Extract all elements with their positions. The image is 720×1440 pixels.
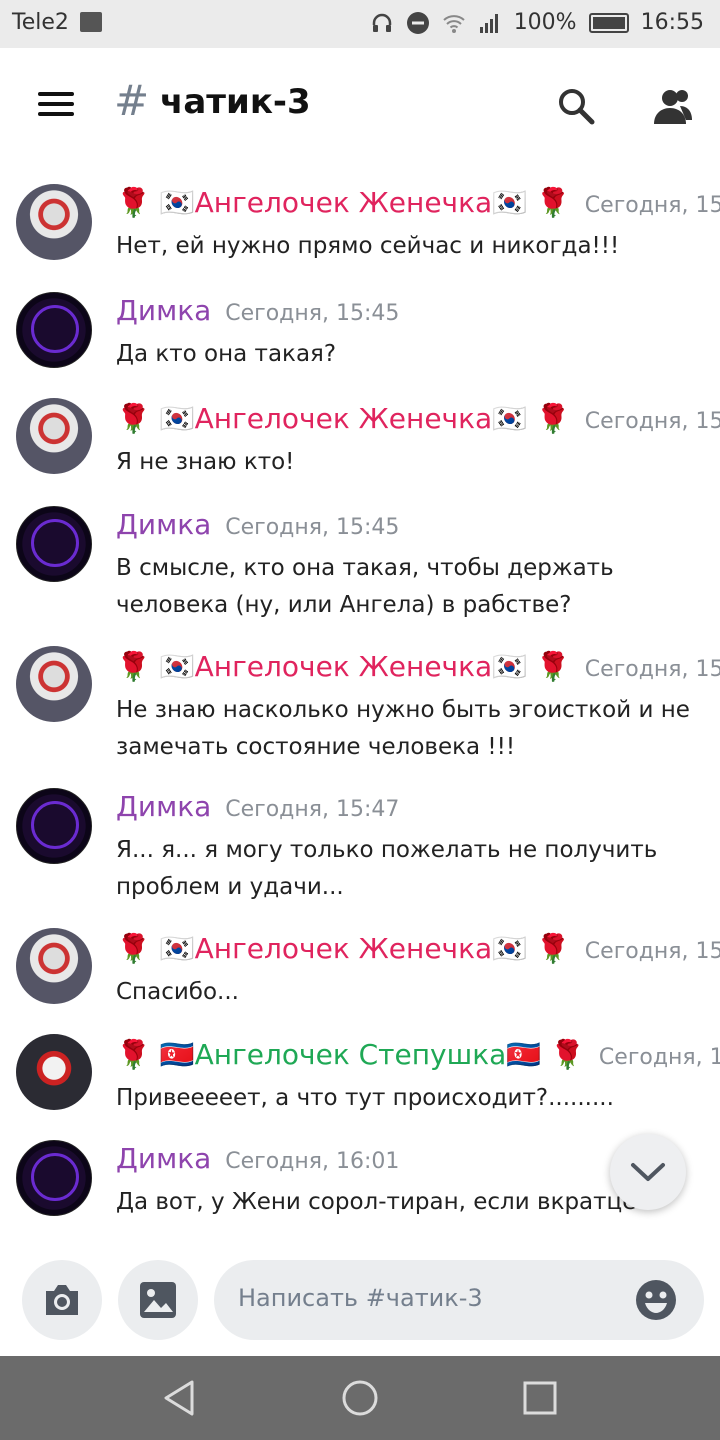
members-icon[interactable] xyxy=(650,86,694,126)
image-notification-icon xyxy=(80,12,102,32)
message-header: 🌹 🇰🇷Ангелочек Женечка🇰🇷 🌹 Сегодня, 15:48 xyxy=(116,932,720,972)
app-window: # чатик-3 🌹 🇰🇷Ангелочек Женечка🇰🇷 🌹 Сего… xyxy=(0,48,720,1356)
message-text: Нет, ей нужно прямо сейчас и никогда!!! xyxy=(116,233,620,259)
hamburger-menu-icon[interactable] xyxy=(38,92,74,116)
avatar[interactable] xyxy=(16,788,92,864)
timestamp: Сегодня, 15:47 xyxy=(225,797,400,822)
timestamp: Сегодня, 16:01 xyxy=(225,1149,400,1174)
message-input[interactable]: Написать #чатик-3 xyxy=(214,1260,704,1340)
message-header: Димка Сегодня, 15:47 xyxy=(116,790,399,830)
message-input-placeholder: Написать #чатик-3 xyxy=(238,1284,483,1312)
timestamp: Сегодня, 16:0 xyxy=(598,1045,720,1070)
battery-percent: 100% xyxy=(513,10,577,35)
avatar[interactable] xyxy=(16,292,92,368)
scroll-to-bottom-button[interactable] xyxy=(610,1134,686,1210)
message-header: Димка Сегодня, 15:45 xyxy=(116,508,399,548)
timestamp: Сегодня, 15:48 xyxy=(584,939,720,964)
avatar[interactable] xyxy=(16,1034,92,1110)
message-header: 🌹 🇰🇵Ангелочек Степушка🇰🇵 🌹 Сегодня, 16:0 xyxy=(116,1038,720,1078)
avatar[interactable] xyxy=(16,928,92,1004)
author-name[interactable]: 🌹 🇰🇷Ангелочек Женечка🇰🇷 🌹 xyxy=(116,650,571,683)
do-not-disturb-icon xyxy=(406,11,429,34)
message-text: Я не знаю кто! xyxy=(116,449,295,475)
headphones-icon xyxy=(372,13,391,32)
author-name[interactable]: 🌹 🇰🇷Ангелочек Женечка🇰🇷 🌹 xyxy=(116,402,571,435)
timestamp: Сегодня, 15:46 xyxy=(584,657,720,682)
home-icon[interactable] xyxy=(340,1378,380,1418)
author-name[interactable]: Димка xyxy=(116,1142,211,1175)
back-icon[interactable] xyxy=(160,1378,200,1418)
signal-icon xyxy=(479,13,498,33)
message-text: В смысле, кто она такая, чтобы держать ч… xyxy=(116,555,614,618)
channel-header: # чатик-3 xyxy=(0,48,720,160)
message-text: Я... я... я могу только пожелать не полу… xyxy=(116,837,658,900)
author-name[interactable]: 🌹 🇰🇵Ангелочек Степушка🇰🇵 🌹 xyxy=(116,1038,585,1071)
author-name[interactable]: Димка xyxy=(116,790,211,823)
chevron-down-icon xyxy=(631,1163,665,1181)
avatar[interactable] xyxy=(16,1140,92,1216)
timestamp: Сегодня, 15:45 xyxy=(225,301,400,326)
avatar[interactable] xyxy=(16,398,92,474)
system-navigation-bar xyxy=(0,1356,720,1440)
author-name[interactable]: Димка xyxy=(116,508,211,541)
message-header: Димка Сегодня, 16:01 xyxy=(116,1142,399,1182)
recents-icon[interactable] xyxy=(520,1378,560,1418)
timestamp: Сегодня, 15:45 xyxy=(225,515,400,540)
message-text: Не знаю насколько нужно быть эгоисткой и… xyxy=(116,697,690,760)
avatar[interactable] xyxy=(16,506,92,582)
timestamp: Сегодня, 15:45 xyxy=(584,409,720,434)
channel-title: чатик-3 xyxy=(160,82,311,122)
message-header: 🌹 🇰🇷Ангелочек Женечка🇰🇷 🌹 Сегодня, 15:45 xyxy=(116,402,720,442)
search-icon[interactable] xyxy=(556,86,596,126)
author-name[interactable]: 🌹 🇰🇷Ангелочек Женечка🇰🇷 🌹 xyxy=(116,932,571,965)
clock: 16:55 xyxy=(640,10,704,35)
timestamp: Сегодня, 15:44 xyxy=(584,193,720,218)
author-name[interactable]: Димка xyxy=(116,294,211,327)
camera-icon xyxy=(46,1285,78,1315)
battery-icon xyxy=(588,12,629,33)
avatar[interactable] xyxy=(16,184,92,260)
message-text: Да кто она такая? xyxy=(116,341,337,367)
message-text: Привееееет, а что тут происходит?.......… xyxy=(116,1085,614,1111)
message-header: 🌹 🇰🇷Ангелочек Женечка🇰🇷 🌹 Сегодня, 15:46 xyxy=(116,650,720,690)
message-list[interactable]: 🌹 🇰🇷Ангелочек Женечка🇰🇷 🌹 Сегодня, 15:44… xyxy=(0,160,720,1250)
status-icons: 100% 16:55 xyxy=(370,10,704,35)
avatar[interactable] xyxy=(16,646,92,722)
channel-hash-icon: # xyxy=(114,76,150,125)
message-composer: Написать #чатик-3 xyxy=(0,1250,720,1356)
camera-button[interactable] xyxy=(22,1260,102,1340)
gallery-button[interactable] xyxy=(118,1260,198,1340)
wifi-icon xyxy=(443,14,465,33)
message-text: Спасибо... xyxy=(116,979,239,1005)
emoji-icon[interactable] xyxy=(634,1278,678,1322)
image-icon xyxy=(140,1282,176,1318)
message-header: 🌹 🇰🇷Ангелочек Женечка🇰🇷 🌹 Сегодня, 15:44 xyxy=(116,186,720,226)
carrier-label: Tele2 xyxy=(12,10,69,35)
status-bar: Tele2 100% 16:55 xyxy=(0,0,720,48)
author-name[interactable]: 🌹 🇰🇷Ангелочек Женечка🇰🇷 🌹 xyxy=(116,186,571,219)
message-header: Димка Сегодня, 15:45 xyxy=(116,294,399,334)
